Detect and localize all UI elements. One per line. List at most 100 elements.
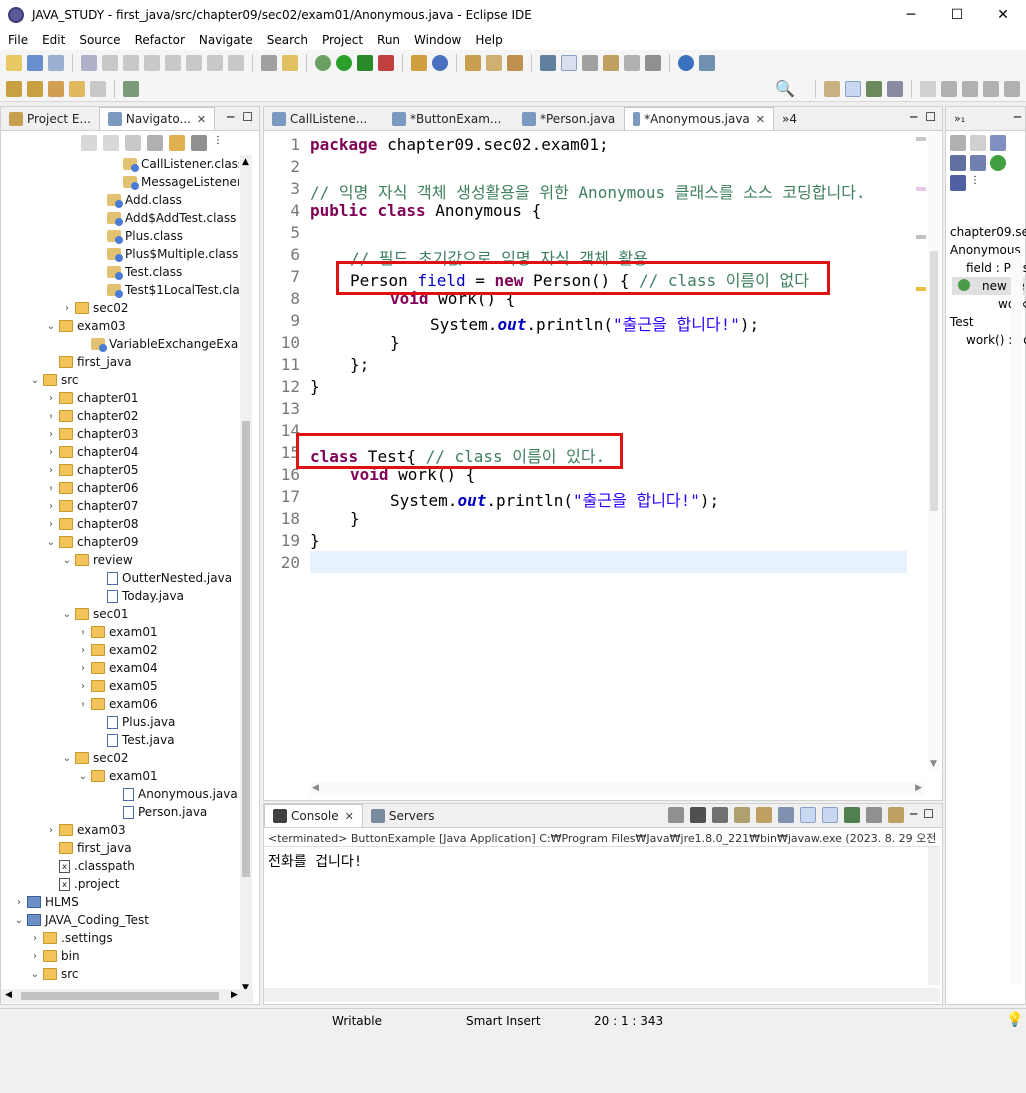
tree-item[interactable]: ⌄ review <box>61 551 133 569</box>
step-over-icon[interactable] <box>207 55 223 71</box>
menu-source[interactable]: Source <box>71 33 126 47</box>
tree-item[interactable]: › HLMS <box>13 893 79 911</box>
tree-item[interactable]: first_java <box>45 353 132 371</box>
chevron-right-icon[interactable]: › <box>77 645 89 656</box>
terminate-console-icon[interactable] <box>668 807 684 823</box>
tree-item[interactable]: Person.java <box>109 803 207 821</box>
chevron-down-icon[interactable]: ⌄ <box>29 375 41 386</box>
chevron-right-icon[interactable]: › <box>77 681 89 692</box>
java-perspective-icon[interactable] <box>845 80 861 97</box>
menu-project[interactable]: Project <box>314 33 369 47</box>
collapse-outline-icon[interactable] <box>970 135 986 151</box>
remove-launch-icon[interactable] <box>690 807 706 823</box>
debug-icon[interactable] <box>315 55 331 71</box>
word-wrap-icon[interactable] <box>603 55 619 71</box>
tree-item[interactable]: MessageListener.class <box>109 173 239 191</box>
open-perspective-icon[interactable] <box>824 80 840 97</box>
pin-console-icon[interactable] <box>844 807 860 823</box>
pin-editor-icon[interactable] <box>123 80 139 97</box>
step-into-icon[interactable] <box>186 55 202 71</box>
restore-icon[interactable] <box>920 80 936 97</box>
tree-item[interactable]: OutterNested.java <box>93 569 232 587</box>
tree-item[interactable]: › bin <box>29 947 80 965</box>
scroll-right-icon[interactable]: ▶ <box>231 990 238 1000</box>
scroll-left-icon[interactable]: ◀ <box>312 783 319 793</box>
resume-icon[interactable] <box>102 55 118 71</box>
highlight-icon[interactable] <box>561 55 577 71</box>
chevron-right-icon[interactable]: › <box>45 447 57 458</box>
tree-hscrollbar[interactable]: ◀ ▶ <box>1 989 253 1003</box>
external-tools-icon[interactable] <box>378 55 394 71</box>
tab-anonymous[interactable]: *Anonymous.java ✕ <box>624 107 774 130</box>
tree-item[interactable]: › chapter08 <box>45 515 138 533</box>
maximize-view-icon[interactable]: ☐ <box>923 807 934 823</box>
suspend-icon[interactable] <box>123 55 139 71</box>
chevron-right-icon[interactable]: › <box>45 483 57 494</box>
minimize-view-icon[interactable]: ─ <box>1014 110 1021 124</box>
layout-icon-3[interactable] <box>983 80 999 97</box>
tree-item[interactable]: ⌄ exam01 <box>77 767 158 785</box>
chevron-right-icon[interactable]: › <box>45 411 57 422</box>
hide-fields-icon[interactable] <box>950 155 966 171</box>
view-menu-icon[interactable] <box>191 135 207 151</box>
tree-item[interactable]: Test$1LocalTest.class <box>93 281 239 299</box>
open-console-icon[interactable] <box>888 807 904 823</box>
debug-perspective-icon[interactable] <box>866 80 882 97</box>
tree-item[interactable]: Plus$Multiple.class <box>93 245 238 263</box>
tree-item[interactable]: ⌄ src <box>29 965 79 983</box>
chevron-down-icon[interactable]: ⌄ <box>61 555 73 566</box>
tab-console[interactable]: Console ✕ <box>264 804 363 827</box>
menu-help[interactable]: Help <box>467 33 508 47</box>
hide-local-types-icon[interactable] <box>950 175 966 191</box>
sort-icon[interactable] <box>990 135 1006 151</box>
outline-scrollbar[interactable] <box>1011 253 1023 983</box>
remove-all-icon[interactable] <box>712 807 728 823</box>
minimize-button[interactable]: ─ <box>888 0 934 30</box>
tree-item[interactable]: Anonymous.java <box>109 785 238 803</box>
skip-breakpoints-icon[interactable] <box>81 55 97 71</box>
chevron-down-icon[interactable]: ⌄ <box>45 537 57 548</box>
new-java-project-icon[interactable] <box>411 55 427 71</box>
chevron-down-icon[interactable]: ⌄ <box>61 609 73 620</box>
editor-hscrollbar[interactable]: ◀ ▶ <box>310 782 924 796</box>
layout-icon-2[interactable] <box>962 80 978 97</box>
minimize-view-icon[interactable]: ─ <box>910 110 917 124</box>
last-edit-location-icon[interactable] <box>48 80 64 97</box>
chevron-right-icon[interactable]: › <box>13 897 25 908</box>
tab-servers[interactable]: Servers <box>363 804 443 827</box>
tree-item[interactable]: Add.class <box>93 191 182 209</box>
chevron-right-icon[interactable]: › <box>77 627 89 638</box>
tree-item[interactable]: Test.class <box>93 263 182 281</box>
close-icon[interactable]: ✕ <box>345 810 354 823</box>
display-console-icon[interactable] <box>866 807 882 823</box>
menu-file[interactable]: File <box>0 33 34 47</box>
mark-occurrences-icon[interactable] <box>540 55 556 71</box>
tree-scrollbar[interactable]: ▲ ▼ <box>240 155 252 995</box>
tree-item[interactable]: › chapter01 <box>45 389 138 407</box>
tree-item[interactable]: Add$AddTest.class <box>93 209 236 227</box>
menu-window[interactable]: Window <box>406 33 467 47</box>
forward-icon[interactable] <box>90 80 106 97</box>
jee-perspective-icon[interactable] <box>887 80 903 97</box>
pilcrow-icon[interactable] <box>645 55 661 71</box>
menu-search[interactable]: Search <box>259 33 314 47</box>
code-editor[interactable]: 1 2 3 4 5 6 7 8 9 10 11 12 13 14 15 16 17 18 19 20 package … <box>264 131 942 780</box>
tree-item[interactable]: › exam02 <box>77 641 158 659</box>
hide-nonpublic-icon[interactable] <box>990 155 1006 171</box>
up-nav-icon[interactable] <box>125 135 141 151</box>
show-stdout-icon[interactable] <box>800 807 816 823</box>
tree-item[interactable]: › .settings <box>29 929 113 947</box>
tree-item[interactable]: x .project <box>45 875 119 893</box>
back-nav-icon[interactable] <box>81 135 97 151</box>
show-stderr-icon[interactable] <box>822 807 838 823</box>
chevron-down-icon[interactable]: ⌄ <box>29 969 41 980</box>
tree-item[interactable]: first_java <box>45 839 132 857</box>
view-menu-icon[interactable]: ⋮ <box>970 175 980 191</box>
maximize-button[interactable]: ☐ <box>934 0 980 30</box>
tab-buttonexample[interactable]: *ButtonExam... <box>384 107 514 130</box>
tree-item[interactable]: Today.java <box>93 587 184 605</box>
chevron-right-icon[interactable]: › <box>45 519 57 530</box>
tab-calllistener[interactable]: CallListene... <box>264 107 384 130</box>
word-wrap-console-icon[interactable] <box>778 807 794 823</box>
terminate-icon[interactable] <box>144 55 160 71</box>
